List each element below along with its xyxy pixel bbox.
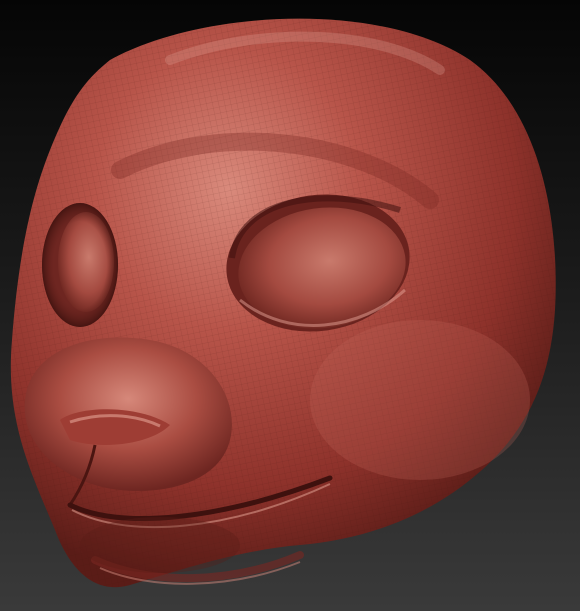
viewport[interactable] <box>0 0 580 611</box>
left-eye-socket <box>42 203 118 327</box>
cheek <box>310 320 530 480</box>
sculpt-canvas <box>10 18 556 588</box>
chin <box>80 517 240 573</box>
